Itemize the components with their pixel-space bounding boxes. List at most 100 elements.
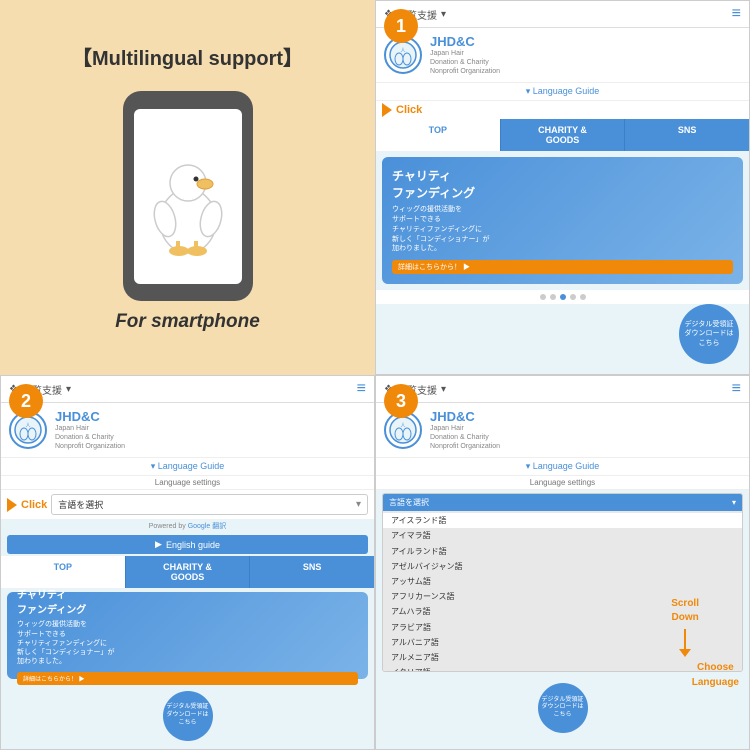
lang-item-2[interactable]: アイルランド語 — [383, 544, 742, 559]
jhdc-title-1: JHD&C — [430, 34, 500, 49]
smartphone-label: For smartphone — [115, 311, 260, 333]
guide-arrow-2: ▶ — [155, 539, 162, 550]
powered-by-2: Powered by Google 翻訳 — [1, 521, 374, 531]
browse-support-chevron-2: ▾ — [66, 384, 71, 395]
badge-3: 3 — [384, 384, 418, 418]
jhdc-logo-svg-2: 人 — [13, 415, 43, 445]
top-bar-3: ❖ 閲覧支援 ▾ ≡ — [376, 376, 749, 403]
lang-guide-text-3: ▾ Language Guide — [526, 461, 600, 471]
tab-top-1[interactable]: TOP — [376, 119, 501, 151]
quadrant-screenshot-2: 2 ❖ 閲覧支援 ▾ ≡ 人 JHD&C Japan HairDonation … — [0, 375, 375, 750]
choose-language-text: Choose Language — [692, 662, 739, 687]
select-placeholder-2: 言語を選択 — [58, 498, 103, 511]
dropdown-label-3: 言語を選択 — [389, 497, 429, 508]
bottom-circle-3-wrap: デジタル受領証ダウンロードはこちら — [538, 679, 588, 737]
click-arrow-2 — [7, 498, 17, 512]
bottom-circle-1[interactable]: デジタル受領証ダウンロードはこちら — [679, 304, 739, 364]
phone-illustration — [123, 91, 253, 291]
jhdc-title-2: JHD&C — [55, 409, 125, 424]
english-guide-btn-2[interactable]: ▶ English guide — [7, 535, 368, 554]
lang-settings-text-3: Language settings — [530, 478, 595, 487]
scroll-down-text: Scroll Down — [671, 598, 699, 623]
lang-dropdown-header-3[interactable]: 言語を選択 ▾ — [383, 494, 742, 511]
tab-charity-1[interactable]: CHARITY &GOODS — [501, 119, 626, 151]
multilingual-title: 【Multilingual support】 — [72, 42, 303, 71]
lang-guide-bar-3[interactable]: ▾ Language Guide — [376, 458, 749, 476]
scroll-arrow — [671, 629, 699, 657]
language-select-2[interactable]: 言語を選択 ▾ — [51, 494, 368, 515]
dot-4 — [570, 294, 576, 300]
lang-item-0[interactable]: アイスランド語 — [383, 513, 742, 528]
badge-1: 1 — [384, 9, 418, 43]
tab-top-2[interactable]: TOP — [1, 556, 126, 588]
scroll-down-label: Scroll Down — [671, 596, 699, 657]
lang-settings-text-2: Language settings — [155, 478, 220, 487]
jhdc-text-3: JHD&C Japan HairDonation & CharityNonpro… — [430, 409, 500, 451]
badge-2: 2 — [9, 384, 43, 418]
banner-body-2: ウィッグの援供活動をサポートできるチャリティファンディングに新しく「コンディショ… — [17, 620, 358, 665]
tab-sns-1[interactable]: SNS — [625, 119, 749, 151]
tab-charity-2[interactable]: CHARITY &GOODS — [126, 556, 251, 588]
hamburger-icon-2[interactable]: ≡ — [357, 380, 366, 398]
click-text-2: Click — [21, 499, 47, 511]
lang-guide-text-2: ▾ Language Guide — [151, 461, 225, 471]
top-bar-2: ❖ 閲覧支援 ▾ ≡ — [1, 376, 374, 403]
jhdc-subtitle-2: Japan HairDonation & CharityNonprofit Or… — [55, 424, 125, 451]
phone-body — [123, 91, 253, 301]
duck-illustration — [143, 131, 233, 261]
bottom-circle-2[interactable]: デジタル受領証ダウンロードはこちら — [163, 691, 213, 741]
dropdown-chevron-3: ▾ — [732, 498, 736, 507]
lang-guide-bar-2[interactable]: ▾ Language Guide — [1, 458, 374, 476]
phone-screen — [134, 109, 242, 284]
jhdc-header-3: 人 JHD&C Japan HairDonation & CharityNonp… — [376, 403, 749, 458]
hamburger-icon-3[interactable]: ≡ — [732, 380, 741, 398]
nav-tabs-2: TOP CHARITY &GOODS SNS — [1, 556, 374, 588]
tab-sns-2[interactable]: SNS — [250, 556, 374, 588]
scroll-arrow-line — [684, 629, 686, 649]
lang-item-1[interactable]: アイマラ語 — [383, 528, 742, 543]
google-translate-label: Google 翻訳 — [188, 523, 227, 530]
banner-body-1: ウィッグの援供活動をサポートできるチャリティファンディングに新しく「コンディショ… — [392, 205, 733, 254]
jhdc-header-2: 人 JHD&C Japan HairDonation & CharityNonp… — [1, 403, 374, 458]
click-text-1: Click — [396, 104, 422, 116]
jhdc-logo-svg-3: 人 — [388, 415, 418, 445]
lang-settings-bar-2: Language settings — [1, 476, 374, 490]
browse-support-chevron-3: ▾ — [441, 384, 446, 395]
top-bar-1: ❖ 閲覧支援 ▾ ≡ — [376, 1, 749, 28]
banner-2: チャリティファンディング ウィッグの援供活動をサポートできるチャリティファンディ… — [7, 592, 368, 679]
click-arrow-1 — [382, 103, 392, 117]
dot-3 — [560, 294, 566, 300]
choose-language-label: Choose Language — [692, 660, 739, 689]
lang-item-3[interactable]: アゼルバイジャン語 — [383, 559, 742, 574]
click-label-1: Click — [376, 101, 749, 119]
lang-guide-text-1: ▾ Language Guide — [526, 86, 600, 96]
quadrant-screenshot-3: 3 Scroll Down Choose Language ❖ 閲覧支援 ▾ ≡… — [375, 375, 750, 750]
jhdc-logo-svg-1: 人 — [388, 40, 418, 70]
banner-btn-1[interactable]: 詳細はこちらから！ ▶ — [392, 260, 733, 274]
jhdc-header-1: 人 JHD&C Japan HairDonation & CharityNonp… — [376, 28, 749, 83]
lang-item-10[interactable]: イタリア語 — [383, 665, 742, 671]
svg-text:人: 人 — [25, 423, 30, 429]
dot-2 — [550, 294, 556, 300]
quadrant-screenshot-1: 1 ❖ 閲覧支援 ▾ ≡ 人 JHD&C Japan HairDonation … — [375, 0, 750, 375]
jhdc-subtitle-3: Japan HairDonation & CharityNonprofit Or… — [430, 424, 500, 451]
dots-1 — [376, 290, 749, 304]
jhdc-text-1: JHD&C Japan HairDonation & CharityNonpro… — [430, 34, 500, 76]
guide-label-2: English guide — [166, 540, 220, 550]
select-chevron-2: ▾ — [356, 499, 361, 510]
lang-item-4[interactable]: アッサム語 — [383, 574, 742, 589]
lang-guide-bar-1[interactable]: ▾ Language Guide — [376, 83, 749, 101]
jhdc-subtitle-1: Japan HairDonation & CharityNonprofit Or… — [430, 49, 500, 76]
bottom-circle-2-wrap: デジタル受領証ダウンロードはこちら — [163, 687, 213, 745]
jhdc-title-3: JHD&C — [430, 409, 500, 424]
svg-text:人: 人 — [400, 423, 405, 429]
hamburger-icon-1[interactable]: ≡ — [732, 5, 741, 23]
jhdc-text-2: JHD&C Japan HairDonation & CharityNonpro… — [55, 409, 125, 451]
banner-title-1: チャリティファンディング — [392, 167, 733, 201]
dot-5 — [580, 294, 586, 300]
browse-support-chevron-1: ▾ — [441, 9, 446, 20]
dot-1 — [540, 294, 546, 300]
banner-btn-2[interactable]: 詳細はこちらから！ ▶ — [17, 672, 358, 685]
nav-tabs-1: TOP CHARITY &GOODS SNS — [376, 119, 749, 151]
bottom-circle-3[interactable]: デジタル受領証ダウンロードはこちら — [538, 683, 588, 733]
